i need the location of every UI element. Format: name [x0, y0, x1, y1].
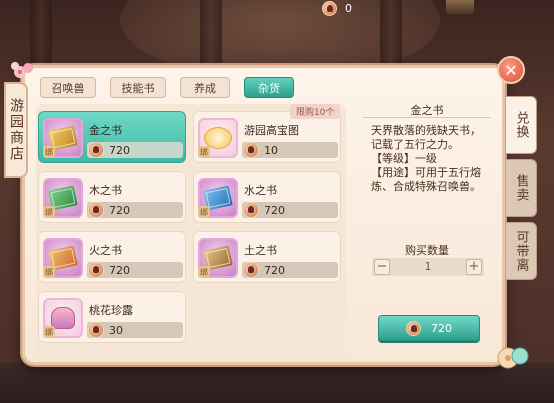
- quantity-stepper: − 1 +: [372, 258, 484, 276]
- currency-value: 0: [345, 1, 352, 15]
- shop-item-fire-book[interactable]: 绑 火之书 720: [38, 231, 186, 283]
- background-floor: [0, 363, 554, 403]
- item-name: 火之书: [89, 244, 122, 257]
- item-name: 土之书: [244, 244, 277, 257]
- side-tab-sell[interactable]: 售卖: [505, 159, 537, 217]
- coin-icon: [243, 262, 259, 278]
- item-detail-panel: 金之书 天界散落的残缺天书，记载了五行之力。 【等级】一级 【用途】可用于五行熔…: [357, 95, 497, 355]
- lotus-ornament-icon: [497, 347, 529, 369]
- tab-label: 召唤兽: [51, 81, 85, 95]
- bound-mark: 绑: [198, 266, 210, 278]
- side-tab-exchange[interactable]: 兑换: [505, 96, 537, 154]
- item-price: 720: [109, 204, 130, 217]
- item-thumbnail: 绑: [43, 178, 83, 218]
- coin-icon: [322, 0, 337, 16]
- coin-icon: [243, 202, 259, 218]
- bound-mark: 绑: [43, 326, 55, 338]
- bound-mark: 绑: [198, 206, 210, 218]
- item-price: 30: [109, 324, 123, 337]
- buy-button[interactable]: 720: [378, 315, 480, 341]
- item-thumbnail: 绑: [43, 118, 83, 158]
- coin-icon: [88, 262, 104, 278]
- detail-title: 金之书: [410, 104, 444, 117]
- side-tab-label: 可带离: [513, 230, 529, 272]
- tab-label: 养成: [194, 81, 216, 95]
- item-name: 金之书: [89, 124, 122, 137]
- divider: [363, 117, 491, 118]
- item-thumbnail: 绑: [198, 178, 238, 218]
- tab-summon-beast[interactable]: 召唤兽: [40, 77, 96, 98]
- tab-label: 杂货: [258, 81, 280, 95]
- item-name: 游园高宝图: [244, 124, 299, 137]
- increase-button[interactable]: +: [466, 259, 482, 275]
- item-price: 720: [264, 204, 285, 217]
- detail-description: 天界散落的残缺天书，记载了五行之力。 【等级】一级 【用途】可用于五行熔炼、合成…: [371, 124, 489, 194]
- desc-line: 【用途】可用于五行熔炼、合成特殊召唤兽。: [371, 166, 481, 193]
- item-price: 10: [264, 144, 278, 157]
- side-tab-label: 售卖: [513, 174, 529, 202]
- bound-mark: 绑: [43, 146, 55, 158]
- coin-icon: [88, 322, 104, 338]
- item-name: 桃花珍露: [89, 304, 133, 317]
- shop-name-plate: 游园商店: [4, 82, 28, 178]
- desc-line: 天界散落的残缺天书，记载了五行之力。: [371, 124, 481, 151]
- item-thumbnail: 绑: [43, 238, 83, 278]
- tab-skill-book[interactable]: 技能书: [110, 77, 166, 98]
- quantity-label: 购买数量: [405, 244, 449, 257]
- peach-dew-icon: [51, 307, 75, 329]
- item-price: 720: [109, 144, 130, 157]
- shop-item-wood-book[interactable]: 绑 木之书 720: [38, 171, 186, 223]
- currency-display: 0: [322, 0, 352, 16]
- top-menu-badge[interactable]: [446, 0, 474, 14]
- tab-label: 技能书: [121, 81, 155, 95]
- item-name: 水之书: [244, 184, 277, 197]
- item-price: 720: [264, 264, 285, 277]
- coin-icon: [88, 142, 104, 158]
- side-tab-label: 兑换: [513, 111, 529, 139]
- bound-mark: 绑: [198, 146, 210, 158]
- decrease-button[interactable]: −: [374, 259, 390, 275]
- side-tab-takeaway[interactable]: 可带离: [505, 222, 537, 280]
- bound-mark: 绑: [43, 266, 55, 278]
- tab-misc-goods[interactable]: 杂货: [244, 77, 294, 98]
- plum-blossom-icon: [11, 62, 33, 78]
- desc-line: 【等级】一级: [371, 152, 437, 165]
- purchase-limit-tag: 限购10个: [290, 104, 341, 119]
- close-button[interactable]: ✕: [497, 56, 525, 84]
- coin-icon: [406, 320, 421, 336]
- shop-name: 游园商店: [8, 98, 24, 162]
- tab-cultivation[interactable]: 养成: [180, 77, 230, 98]
- category-tabs: 召唤兽 技能书 养成 杂货: [40, 77, 294, 98]
- item-thumbnail: 绑: [198, 118, 238, 158]
- item-thumbnail: 绑: [198, 238, 238, 278]
- quantity-value[interactable]: 1: [392, 260, 464, 273]
- coin-icon: [243, 142, 259, 158]
- shop-item-water-book[interactable]: 绑 水之书 720: [193, 171, 341, 223]
- shop-item-earth-book[interactable]: 绑 土之书 720: [193, 231, 341, 283]
- item-name: 木之书: [89, 184, 122, 197]
- shop-item-peach-dew[interactable]: 绑 桃花珍露 30: [38, 291, 186, 343]
- buy-price: 720: [431, 321, 452, 335]
- side-tabs: 兑换 售卖 可带离: [505, 96, 539, 285]
- bound-mark: 绑: [43, 206, 55, 218]
- close-icon: ✕: [504, 60, 518, 80]
- item-price: 720: [109, 264, 130, 277]
- shop-item-gold-book[interactable]: 绑 金之书 720: [38, 111, 186, 163]
- coin-icon: [88, 202, 104, 218]
- item-thumbnail: 绑: [43, 298, 83, 338]
